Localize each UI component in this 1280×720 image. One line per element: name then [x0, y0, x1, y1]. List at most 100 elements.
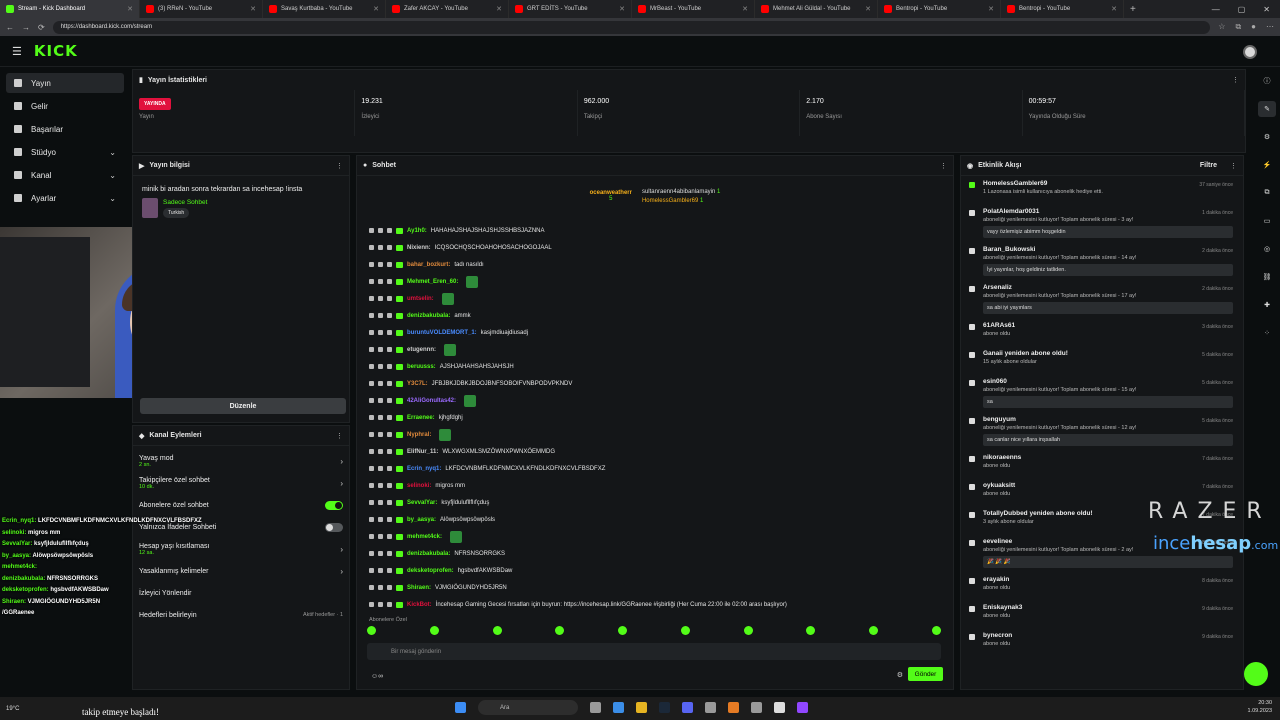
pin-icon[interactable]	[369, 517, 374, 522]
chat-username[interactable]: Nixienn:	[407, 245, 431, 251]
pin-icon[interactable]	[369, 534, 374, 539]
sidebar-item[interactable]: Ayarlar ⌄	[6, 188, 124, 208]
pin-icon[interactable]	[369, 245, 374, 250]
tool-icon[interactable]: ✚	[1264, 291, 1270, 319]
chat-username[interactable]: umtselin:	[407, 296, 434, 302]
chat-username[interactable]: 42AliGonultas42:	[407, 398, 456, 404]
back-icon[interactable]: ←	[6, 23, 14, 32]
pin-icon[interactable]	[369, 296, 374, 301]
reload-icon[interactable]: ⟳	[38, 23, 45, 32]
timeout-icon[interactable]	[387, 279, 392, 284]
browser-tab[interactable]: Stream - Kick Dashboard ✕	[0, 0, 140, 18]
timeout-icon[interactable]	[387, 551, 392, 556]
emote-icon[interactable]	[429, 626, 439, 635]
pin-icon[interactable]	[369, 551, 374, 556]
mod-icon[interactable]	[378, 568, 383, 573]
chat-username[interactable]: Mehmet_Eren_60:	[407, 279, 458, 285]
copy-icon[interactable]: ⧉	[1265, 179, 1270, 207]
emote-icon[interactable]	[680, 626, 690, 635]
mod-icon[interactable]	[378, 364, 383, 369]
folder-icon[interactable]	[636, 702, 647, 713]
timeout-icon[interactable]	[387, 466, 392, 471]
kick-logo[interactable]: KICK	[34, 42, 78, 60]
timeout-icon[interactable]	[387, 245, 392, 250]
app-icon[interactable]	[728, 702, 739, 713]
sidebar-item[interactable]: Başarılar	[6, 119, 124, 139]
pin-icon[interactable]	[369, 279, 374, 284]
close-icon[interactable]: ✕	[250, 5, 256, 13]
browser-tab[interactable]: Bentropi - YouTube ✕	[878, 0, 1001, 18]
emote-icon[interactable]	[618, 626, 628, 635]
mod-icon[interactable]	[378, 330, 383, 335]
info-icon[interactable]: ⓘ	[1264, 67, 1271, 95]
mod-icon[interactable]	[378, 296, 383, 301]
emote-icon[interactable]	[869, 626, 879, 635]
pin-icon[interactable]	[369, 228, 374, 233]
more-icon[interactable]: ⋮	[336, 162, 343, 170]
chat-username[interactable]: Shiraen:	[407, 585, 431, 591]
sidebar-item[interactable]: Gelir	[6, 96, 124, 116]
timeout-icon[interactable]	[387, 483, 392, 488]
close-icon[interactable]: ✕	[496, 5, 502, 13]
mod-icon[interactable]	[378, 551, 383, 556]
timeout-icon[interactable]	[387, 381, 392, 386]
sidebar-item[interactable]: Yayın	[6, 73, 124, 93]
pin-icon[interactable]	[369, 585, 374, 590]
chat-input[interactable]: Bir mesaj gönderin	[367, 643, 941, 660]
toggle-switch[interactable]	[325, 500, 343, 510]
close-icon[interactable]: ✕	[127, 5, 133, 13]
chat-username[interactable]: Ay1h0:	[407, 228, 427, 234]
chat-username[interactable]: KickBot:	[407, 602, 432, 608]
chat-username[interactable]: mehmet4ck:	[407, 534, 442, 540]
browser-tab[interactable]: Zafer AKCAY - YouTube ✕	[386, 0, 509, 18]
toggle-switch[interactable]	[325, 522, 343, 532]
profile-icon[interactable]: ●	[1251, 22, 1256, 32]
timeout-icon[interactable]	[387, 313, 392, 318]
mod-icon[interactable]	[378, 347, 383, 352]
pin-icon[interactable]	[369, 398, 374, 403]
emoji-icon[interactable]: ☺∞	[371, 673, 383, 680]
emote-icon[interactable]	[492, 626, 502, 635]
mod-icon[interactable]	[378, 602, 383, 607]
timeout-icon[interactable]	[387, 517, 392, 522]
timeout-icon[interactable]	[387, 296, 392, 301]
pin-icon[interactable]	[369, 347, 374, 352]
filter-button[interactable]: Filtre	[1200, 162, 1217, 169]
chat-username[interactable]: denizbakubala:	[407, 313, 450, 319]
timeout-icon[interactable]	[387, 602, 392, 607]
pin-icon[interactable]	[369, 466, 374, 471]
chat-username[interactable]: deksketoprofen:	[407, 568, 454, 574]
chat-username[interactable]: denizbakubala:	[407, 551, 450, 557]
mod-icon[interactable]	[378, 466, 383, 471]
windows-start-icon[interactable]	[455, 702, 466, 713]
chat-username[interactable]: beruusss:	[407, 364, 436, 370]
mod-icon[interactable]	[378, 449, 383, 454]
hamburger-icon[interactable]: ☰	[12, 45, 22, 58]
browser-tab[interactable]: Mehmet Ali Güldal - YouTube ✕	[755, 0, 878, 18]
timeout-icon[interactable]	[387, 534, 392, 539]
pin-icon[interactable]	[369, 432, 374, 437]
close-icon[interactable]: ✕	[373, 5, 379, 13]
timeout-icon[interactable]	[387, 228, 392, 233]
emote-icon[interactable]	[931, 626, 941, 635]
chat-username[interactable]: Y3C7L:	[407, 381, 428, 387]
mod-icon[interactable]	[378, 398, 383, 403]
close-icon[interactable]: ✕	[988, 5, 994, 13]
channel-action-item[interactable]: Yavaş mod 2 sn. ›	[133, 450, 349, 472]
mod-icon[interactable]	[378, 415, 383, 420]
user-avatar[interactable]	[1243, 45, 1257, 59]
app-icon[interactable]	[774, 702, 785, 713]
pin-icon[interactable]	[369, 602, 374, 607]
steam-icon[interactable]	[659, 702, 670, 713]
more-icon[interactable]: ⋮	[1232, 76, 1239, 84]
chat-username[interactable]: selinoki:	[407, 483, 431, 489]
timeout-icon[interactable]	[387, 568, 392, 573]
browser-tab[interactable]: Bentropi - YouTube ✕	[1001, 0, 1124, 18]
taskbar-search[interactable]: Ara	[478, 700, 578, 715]
mod-icon[interactable]	[378, 585, 383, 590]
pin-icon[interactable]	[369, 330, 374, 335]
pin-icon[interactable]	[369, 449, 374, 454]
emote-icon[interactable]	[743, 626, 753, 635]
browser-tab[interactable]: Savaş Kurtbaba - YouTube ✕	[263, 0, 386, 18]
broadcast-icon[interactable]: ◎	[1264, 235, 1270, 263]
